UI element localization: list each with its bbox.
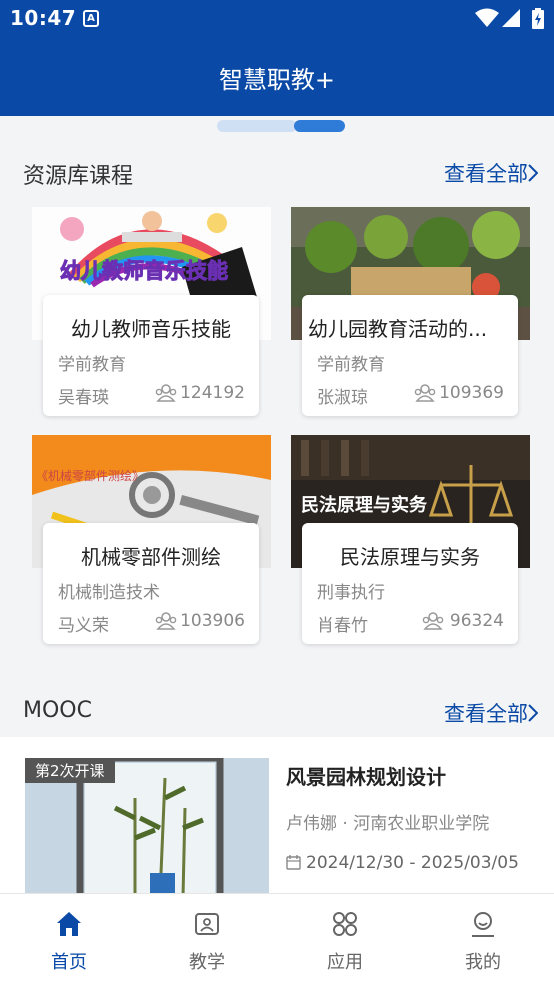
learner-count: 109369 xyxy=(439,383,504,403)
battery-icon xyxy=(532,8,544,29)
nav-label: 应用 xyxy=(327,952,363,973)
course-card[interactable]: 幼儿园教育活动的... 学前教育 张淑琼 109369 xyxy=(291,207,530,429)
profile-icon xyxy=(472,912,494,937)
learners-icon xyxy=(422,612,444,630)
course-info-card[interactable]: 机械零部件测绘 机械制造技术 马义荣 103906 xyxy=(43,523,259,644)
course-card[interactable]: 《机械零部件测绘》 机械零部件测绘 机械制造技术 马义荣 103906 xyxy=(32,435,271,657)
course-name[interactable]: 民法原理与实务 xyxy=(308,541,512,570)
nav-label: 我的 xyxy=(465,952,501,973)
course-name[interactable]: 机械零部件测绘 xyxy=(49,541,253,570)
learner-count: 124192 xyxy=(180,383,245,403)
status-time: 10:47 xyxy=(10,6,77,30)
course-teacher: 吴春瑛 xyxy=(58,388,109,408)
nav-item-apps[interactable]: 应用 xyxy=(276,894,414,985)
view-all-link[interactable]: 查看全部 xyxy=(444,158,528,188)
course-card[interactable]: 民法原理与实务 民法原理与实务 刑事执行 肖春竹 96324 xyxy=(291,435,530,657)
mooc-section-header: MOOC 查看全部 xyxy=(0,692,554,732)
course-name[interactable]: 幼儿教师音乐技能 xyxy=(49,313,253,342)
course-category: 刑事执行 xyxy=(317,583,385,603)
section-title: 资源库课程 xyxy=(23,164,134,189)
nav-label: 教学 xyxy=(189,952,225,973)
status-bar: 10:47 A xyxy=(0,0,554,38)
learner-count: 103906 xyxy=(180,611,245,631)
course-teacher: 张淑琼 xyxy=(317,388,368,408)
thumb-title-text: 《机械零部件测绘》 xyxy=(36,469,145,483)
course-card[interactable]: 幼儿教师音乐技能 幼儿教师音乐技能 学前教育 吴春瑛 124192 xyxy=(32,207,271,429)
course-info-card[interactable]: 幼儿教师音乐技能 学前教育 吴春瑛 124192 xyxy=(43,295,259,416)
nav-item-home[interactable]: 首页 xyxy=(0,894,138,985)
learners-icon xyxy=(414,384,436,402)
course-category: 学前教育 xyxy=(58,355,126,375)
session-badge: 第2次开课 xyxy=(25,758,115,783)
carousel-indicator-active[interactable] xyxy=(294,120,345,132)
view-all-link[interactable]: 查看全部 xyxy=(444,698,528,728)
nav-item-profile[interactable]: 我的 xyxy=(414,894,552,985)
learner-count: 96324 xyxy=(449,611,504,631)
page-title: 智慧职教+ xyxy=(218,66,336,94)
teaching-icon xyxy=(195,913,219,935)
resource-section-header: 资源库课程 查看全部 xyxy=(0,152,554,192)
mooc-course-name[interactable]: 风景园林规划设计 xyxy=(286,761,446,790)
course-info-card[interactable]: 幼儿园教育活动的... 学前教育 张淑琼 109369 xyxy=(302,295,518,416)
bottom-nav: 首页 教学 应用 我的 xyxy=(0,893,554,985)
course-category: 学前教育 xyxy=(317,355,385,375)
app-header: 10:47 A 智慧职教+ xyxy=(0,0,554,116)
carousel-indicator-inactive[interactable] xyxy=(217,120,297,132)
learners-icon xyxy=(155,384,177,402)
wifi-icon xyxy=(475,8,499,27)
nav-item-teaching[interactable]: 教学 xyxy=(138,894,276,985)
course-name[interactable]: 幼儿园教育活动的... xyxy=(308,313,512,342)
calendar-icon xyxy=(286,855,301,870)
course-teacher: 肖春竹 xyxy=(317,616,368,636)
thumb-title-text: 民法原理与实务 xyxy=(301,495,427,516)
course-category: 机械制造技术 xyxy=(58,583,160,603)
mooc-date-range: 2024/12/30 - 2025/03/05 xyxy=(306,853,519,873)
mooc-teacher-school: 卢伟娜 · 河南农业职业学院 xyxy=(286,814,490,834)
home-icon xyxy=(57,912,81,936)
learners-icon xyxy=(155,612,177,630)
course-info-card[interactable]: 民法原理与实务 刑事执行 肖春竹 96324 xyxy=(302,523,518,644)
nav-label: 首页 xyxy=(51,952,87,973)
chevron-right-icon[interactable] xyxy=(528,164,538,182)
section-title: MOOC xyxy=(23,698,92,723)
thumb-title-text: 幼儿教师音乐技能 xyxy=(60,259,229,284)
mooc-course-item[interactable]: 第2次开课 风景园林规划设计 卢伟娜 · 河南农业职业学院 2024/12/30… xyxy=(0,737,554,897)
cell-signal-icon xyxy=(502,9,520,27)
notification-icon: A xyxy=(83,10,99,27)
chevron-right-icon[interactable] xyxy=(528,704,538,722)
apps-icon xyxy=(333,912,357,936)
course-teacher: 马义荣 xyxy=(58,616,109,636)
